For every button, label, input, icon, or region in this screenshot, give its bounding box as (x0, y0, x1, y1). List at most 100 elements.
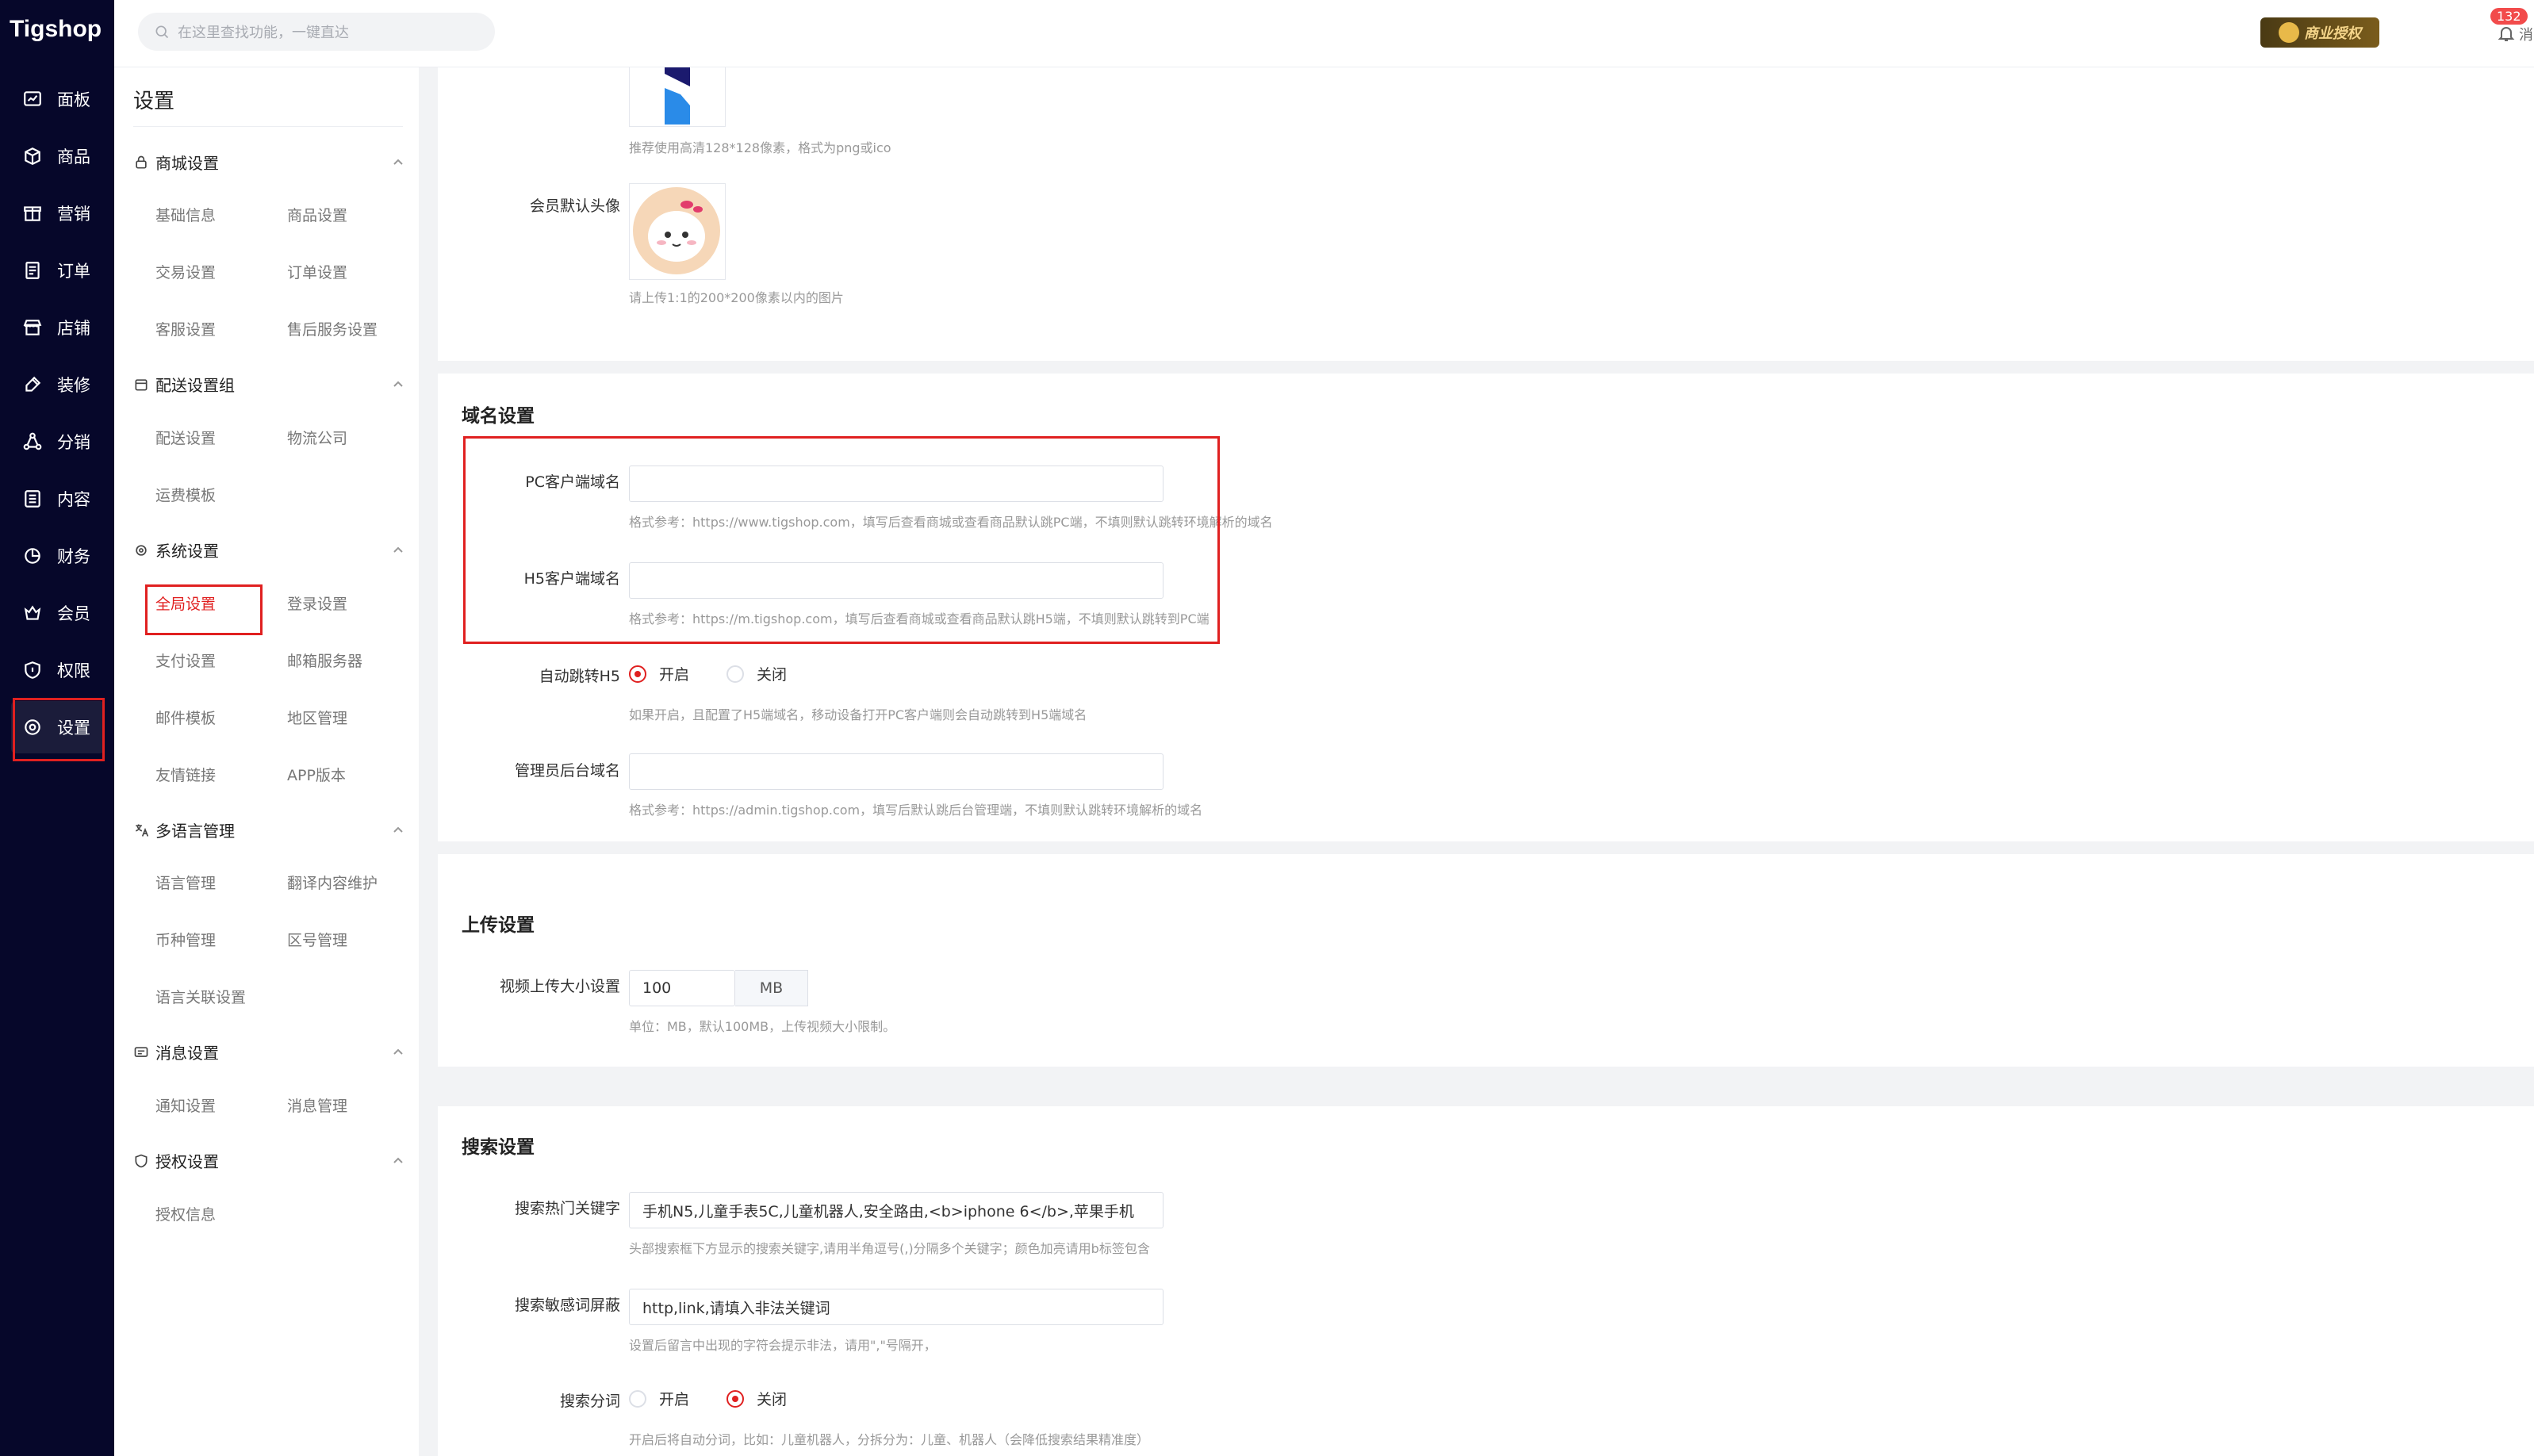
submenu-item-shipping-settings[interactable]: 配送设置 (155, 427, 216, 448)
nav-item-label: 设置 (57, 718, 90, 738)
submenu-item-message-management[interactable]: 消息管理 (287, 1094, 347, 1116)
nav-item-decoration[interactable]: 装修 (11, 358, 105, 411)
nav-item-dashboard[interactable]: 面板 (11, 73, 105, 125)
submenu-item-order-settings[interactable]: 订单设置 (287, 261, 347, 282)
chevron-up-icon (392, 542, 403, 553)
settings-icon (25, 719, 40, 735)
site-icon-upload[interactable] (629, 67, 726, 127)
submenu-item-translation-maintenance[interactable]: 翻译内容维护 (287, 872, 378, 893)
member-icon (24, 605, 41, 620)
submenu-group-system[interactable]: 系统设置 (133, 538, 403, 561)
lock-icon (136, 155, 147, 168)
translate-icon (136, 824, 149, 837)
h5-domain-label: H5客户端域名 (523, 570, 620, 588)
avatar-image (633, 187, 720, 274)
nav-item-store[interactable]: 店铺 (11, 301, 105, 354)
settings-submenu: 设置 商城设置 基础信息 商品设置 交易设置 订单设置 客服设置 售后服务设置 … (114, 67, 419, 1456)
brush-icon (25, 376, 41, 392)
commercial-license-badge[interactable]: 商业授权 (2260, 17, 2379, 48)
chevron-up-icon (392, 822, 403, 833)
shield-icon (135, 1154, 148, 1167)
pc-domain-hint: 格式参考：https://www.tigshop.com，填写后查看商城或查看商… (629, 515, 1273, 530)
auto-redirect-label: 自动跳转H5 (539, 668, 620, 685)
nav-item-label: 财务 (57, 547, 90, 566)
nav-item-marketing[interactable]: 营销 (11, 187, 105, 239)
nav-item-members[interactable]: 会员 (11, 587, 105, 639)
submenu-item-aftersales-settings[interactable]: 售后服务设置 (287, 318, 378, 339)
search-placeholder: 在这里查找功能，一键直达 (178, 25, 349, 41)
license-label: 商业授权 (2304, 25, 2361, 42)
submenu-item-region-management[interactable]: 地区管理 (287, 707, 347, 728)
h5-domain-input[interactable] (629, 562, 1163, 599)
pc-domain-input[interactable] (629, 466, 1163, 502)
nav-item-distribution[interactable]: 分销 (11, 416, 105, 468)
function-search-input[interactable]: 在这里查找功能，一键直达 (138, 13, 495, 51)
nav-item-finance[interactable]: 财务 (11, 530, 105, 582)
nav-item-label: 店铺 (57, 319, 90, 338)
auto-redirect-off-radio[interactable]: 关闭 (726, 663, 787, 684)
nav-item-settings[interactable]: 设置 (11, 701, 105, 753)
submenu-group-authorization[interactable]: 授权设置 (133, 1149, 403, 1172)
admin-domain-hint: 格式参考：https://admin.tigshop.com，填写后默认跳后台管… (629, 803, 1203, 818)
submenu-item-mail-server[interactable]: 邮箱服务器 (287, 649, 362, 671)
order-icon (25, 262, 40, 279)
domain-settings-card: 域名设置 PC客户端域名 格式参考：https://www.tigshop.co… (438, 374, 2534, 841)
chevron-up-icon (392, 1152, 403, 1163)
notification-button[interactable] (2497, 24, 2517, 44)
submenu-group-shipping[interactable]: 配送设置组 (133, 373, 403, 396)
nav-item-permissions[interactable]: 权限 (11, 644, 105, 696)
site-icon-hint: 推荐使用高清128*128像素，格式为png或ico (629, 140, 891, 155)
nav-item-label: 会员 (57, 604, 90, 623)
finance-icon (25, 548, 40, 564)
submenu-item-area-code-management[interactable]: 区号管理 (287, 929, 347, 950)
radio-dot (726, 1389, 744, 1408)
submenu-item-basic-info[interactable]: 基础信息 (155, 204, 216, 225)
nav-item-orders[interactable]: 订单 (11, 244, 105, 297)
submenu-item-trade-settings[interactable]: 交易设置 (155, 261, 216, 282)
video-size-hint: 单位：MB，默认100MB，上传视频大小限制。 (629, 1019, 896, 1034)
nav-item-products[interactable]: 商品 (11, 130, 105, 182)
radio-label: 开启 (659, 1391, 690, 1408)
hot-keywords-hint: 头部搜索框下方显示的搜索关键字,请用半角逗号(,)分隔多个关键字；颜色加亮请用b… (629, 1241, 1150, 1256)
submenu-item-freight-template[interactable]: 运费模板 (155, 484, 216, 505)
submenu-item-logistics[interactable]: 物流公司 (287, 427, 347, 448)
submenu-item-notification-settings[interactable]: 通知设置 (155, 1094, 216, 1116)
search-settings-card: 搜索设置 搜索热门关键字 手机N5,儿童手表5C,儿童机器人,安全路由,<b>i… (438, 1106, 2534, 1456)
dashboard-icon (24, 91, 41, 106)
domain-section-title: 域名设置 (462, 406, 535, 427)
submenu-item-language-association[interactable]: 语言关联设置 (155, 986, 246, 1007)
radio-dot (629, 1389, 646, 1408)
group-label: 商城设置 (155, 154, 219, 173)
group-label: 消息设置 (155, 1044, 219, 1063)
submenu-item-language-management[interactable]: 语言管理 (155, 872, 216, 893)
sensitive-words-input[interactable]: http,link,请填入非法关键词 (629, 1289, 1163, 1325)
submenu-item-global-settings[interactable]: 全局设置 (155, 592, 216, 614)
submenu-item-mail-template[interactable]: 邮件模板 (155, 707, 216, 728)
segmentation-off-radio[interactable]: 关闭 (726, 1388, 787, 1409)
submenu-item-service-settings[interactable]: 客服设置 (155, 318, 216, 339)
submenu-item-friend-links[interactable]: 友情链接 (155, 764, 216, 785)
hot-keywords-input[interactable]: 手机N5,儿童手表5C,儿童机器人,安全路由,<b>iphone 6</b>,苹… (629, 1192, 1163, 1228)
submenu-group-message[interactable]: 消息设置 (133, 1040, 403, 1063)
marketing-icon (24, 206, 41, 221)
notification-label[interactable]: 消 (2519, 24, 2534, 44)
shield-icon (25, 661, 40, 679)
calendar-icon (135, 378, 148, 390)
submenu-item-authorization-info[interactable]: 授权信息 (155, 1203, 216, 1224)
brand-logo[interactable]: Tigshop (10, 16, 102, 43)
nav-item-content[interactable]: 内容 (11, 473, 105, 525)
admin-domain-input[interactable] (629, 753, 1163, 790)
submenu-group-multilanguage[interactable]: 多语言管理 (133, 818, 403, 841)
upload-settings-card: 上传设置 视频上传大小设置 100 MB 单位：MB，默认100MB，上传视频大… (438, 854, 2534, 1067)
content-icon (25, 490, 40, 508)
submenu-group-mall-settings[interactable]: 商城设置 (133, 151, 403, 174)
avatar-upload[interactable] (629, 183, 726, 280)
submenu-item-login-settings[interactable]: 登录设置 (287, 592, 347, 614)
auto-redirect-on-radio[interactable]: 开启 (629, 663, 689, 684)
submenu-item-product-settings[interactable]: 商品设置 (287, 204, 347, 225)
submenu-item-currency-management[interactable]: 币种管理 (155, 929, 216, 950)
video-size-input[interactable]: 100 (629, 970, 735, 1006)
segmentation-on-radio[interactable]: 开启 (629, 1388, 689, 1409)
submenu-item-app-version[interactable]: APP版本 (287, 764, 346, 785)
submenu-item-payment-settings[interactable]: 支付设置 (155, 649, 216, 671)
